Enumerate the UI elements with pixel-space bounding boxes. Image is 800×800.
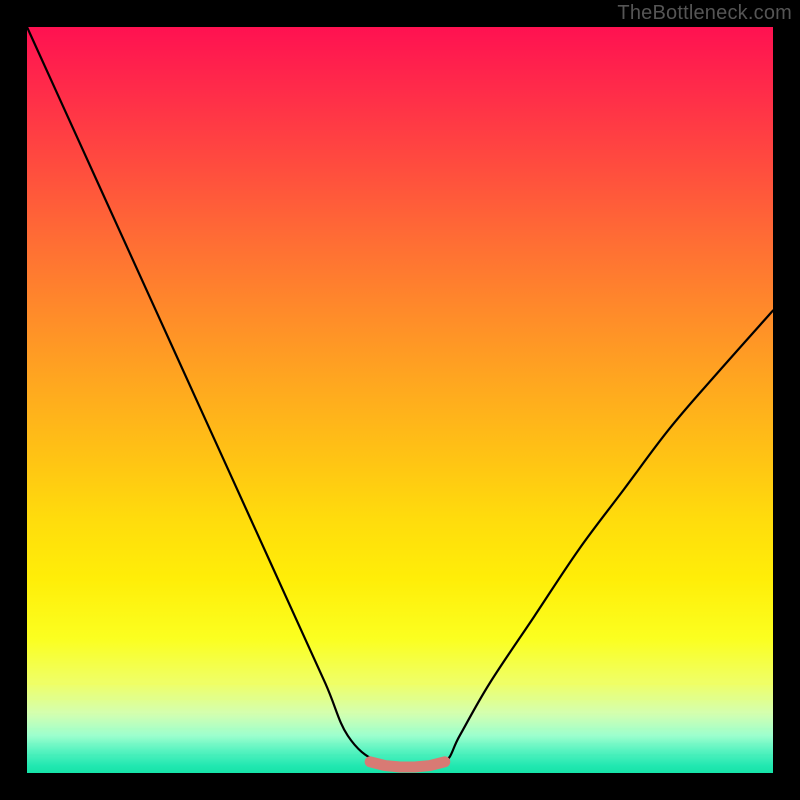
flat-zone-marker [370,762,445,767]
chart-frame: TheBottleneck.com [0,0,800,800]
curve-svg [27,27,773,773]
watermark-text: TheBottleneck.com [617,2,792,25]
bottleneck-curve [27,27,773,767]
plot-area [27,27,773,773]
